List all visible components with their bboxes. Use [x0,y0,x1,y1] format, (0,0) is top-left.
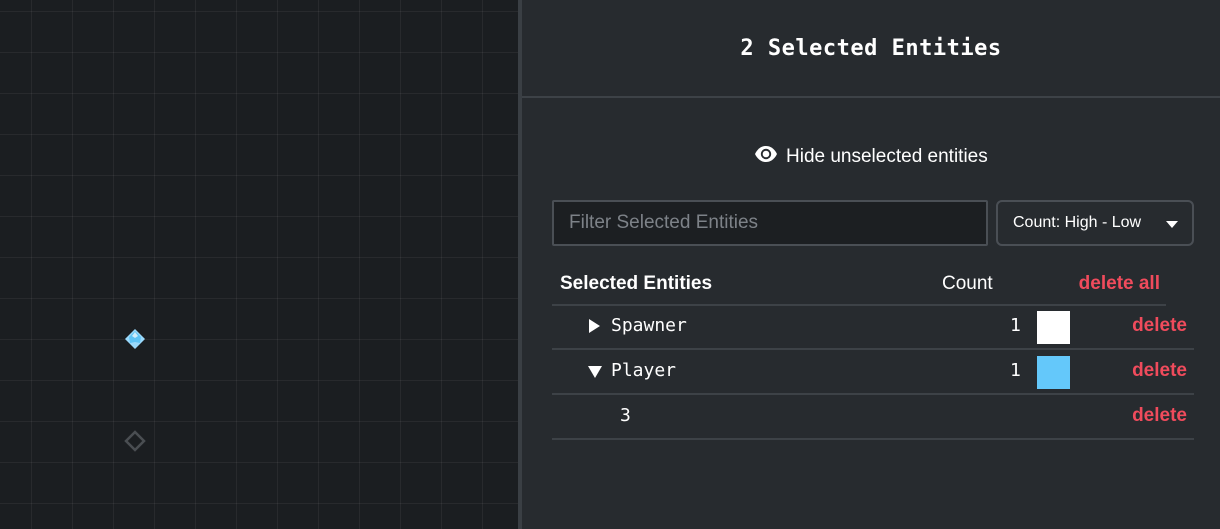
filter-input[interactable] [552,200,988,246]
delete-button[interactable]: delete [1132,360,1187,382]
entity-id: 3 [620,405,631,426]
hide-unselected-toggle[interactable]: Hide unselected entities [754,142,988,172]
entity-color-swatch[interactable] [1037,311,1070,344]
hide-unselected-label: Hide unselected entities [786,146,988,167]
selection-panel: 2 Selected Entities Hide unselected enti… [522,0,1220,529]
panel-header: 2 Selected Entities [522,0,1220,98]
entity-color-swatch[interactable] [1037,356,1070,389]
table-row: Spawner 1 delete [552,305,1194,350]
table-row-child: 3 delete [552,395,1194,440]
column-header-count: Count [942,273,993,294]
player-entity-icon[interactable] [124,328,146,350]
panel-title: 2 Selected Entities [740,35,1002,61]
column-header-name: Selected Entities [560,273,713,294]
expand-arrow-icon[interactable] [589,319,600,333]
delete-all-button[interactable]: delete all [1079,273,1160,295]
entity-name: Spawner [611,315,687,336]
entity-name: Player [611,360,677,381]
entity-count: 1 [1010,315,1021,336]
table-header: Selected Entities Count delete all [552,264,1166,306]
map-canvas[interactable] [0,0,518,529]
delete-button[interactable]: delete [1132,315,1187,337]
delete-button[interactable]: delete [1132,405,1187,427]
eye-icon [754,142,778,172]
collapse-arrow-icon[interactable] [588,366,602,378]
entity-count: 1 [1010,360,1021,381]
sort-dropdown-value: Count: High - Low [1013,214,1142,231]
sort-dropdown[interactable]: Count: High - Low [996,200,1194,246]
chevron-down-icon [1166,221,1178,228]
table-row: Player 1 delete [552,350,1194,395]
spawner-entity-icon[interactable] [124,430,146,452]
